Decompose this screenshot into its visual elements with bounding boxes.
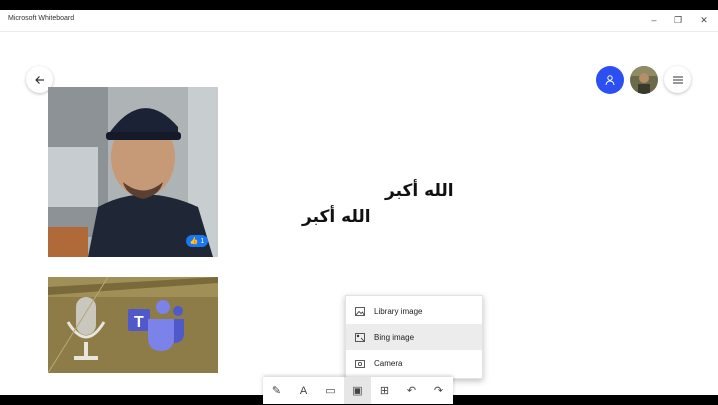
undo-button[interactable]: ↶: [398, 377, 425, 404]
app-window: Microsoft Whiteboard – ❐ ✕ 👍 1 T الله أك…: [0, 10, 718, 404]
like-badge: 👍 1: [186, 235, 208, 247]
text-tool-button[interactable]: A: [290, 377, 317, 404]
microphone-teams-graphic: T: [48, 277, 218, 373]
close-button[interactable]: ✕: [694, 13, 714, 27]
person-photo-image: [48, 87, 218, 257]
svg-text:T: T: [134, 314, 144, 331]
minimize-button[interactable]: –: [644, 13, 664, 27]
menu-item-library-image[interactable]: Library image: [346, 298, 482, 324]
camera-icon: [354, 358, 366, 368]
maximize-button[interactable]: ❐: [668, 13, 688, 27]
menu-item-label: Bing image: [374, 332, 415, 342]
like-count: 1: [200, 237, 205, 245]
menu-item-label: Library image: [374, 306, 423, 316]
bing-image-icon: [354, 332, 366, 342]
title-bar: Microsoft Whiteboard – ❐ ✕: [0, 10, 718, 32]
share-button[interactable]: [596, 66, 624, 94]
menu-item-label: Camera: [374, 358, 403, 368]
insert-image-menu: Library image Bing image Camera: [345, 295, 483, 379]
library-image-icon: [354, 306, 366, 316]
teams-microphone-image[interactable]: T: [48, 277, 218, 373]
back-arrow-icon: [34, 75, 44, 84]
arabic-text-2[interactable]: الله أكبر: [302, 207, 371, 227]
image-tool-button[interactable]: ▣: [344, 377, 371, 404]
insert-tool-button[interactable]: ⊞: [371, 377, 398, 404]
user-avatar[interactable]: [630, 66, 658, 94]
avatar-image: [630, 66, 658, 94]
arabic-text-1[interactable]: الله أكبر: [385, 181, 454, 201]
menu-item-camera[interactable]: Camera: [346, 350, 482, 376]
menu-item-bing-image[interactable]: Bing image: [346, 324, 482, 350]
person-photo[interactable]: 👍 1: [48, 87, 218, 257]
pen-tool-button[interactable]: ✎: [263, 377, 290, 404]
thumbs-up-icon: 👍: [189, 238, 199, 245]
person-icon: [605, 75, 615, 86]
redo-button[interactable]: ↷: [425, 377, 452, 404]
bottom-toolbar: ✎ A ▭ ▣ ⊞ ↶ ↷: [263, 377, 453, 404]
settings-menu-button[interactable]: [664, 66, 691, 93]
note-tool-button[interactable]: ▭: [317, 377, 344, 404]
whiteboard-canvas[interactable]: 👍 1 T الله أكبر الله أكبر Library image …: [0, 32, 718, 404]
app-title: Microsoft Whiteboard: [8, 15, 75, 22]
hamburger-menu-icon: [672, 76, 683, 83]
